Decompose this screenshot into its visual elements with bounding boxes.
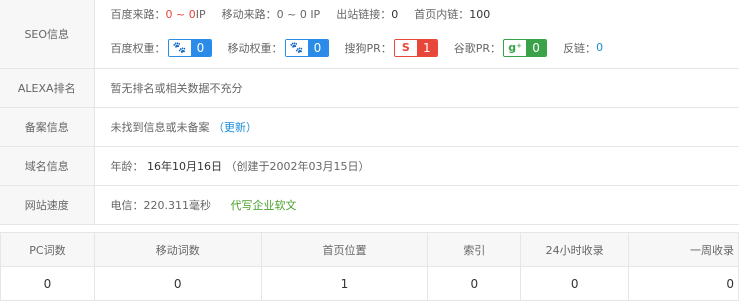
backlinks-value[interactable]: 0 [596, 41, 603, 54]
seo-weights-line: 百度权重： 🐾 0 移动权重： 🐾 0 搜狗PR： S [111, 39, 739, 57]
sogou-pr-value: 1 [417, 40, 437, 56]
mobile-weight: 移动权重： 🐾 0 [228, 39, 329, 57]
domain-label: 域名信息 [0, 146, 94, 185]
mobile-weight-value: 0 [308, 40, 328, 56]
seo-traffic-line: 百度来路： 0 ~ 0 IP 移动来路： 0 ~ 0 IP 出站链接： 0 首页… [111, 6, 739, 22]
alexa-row: ALEXA排名 暂无排名或相关数据不充分 [0, 68, 739, 107]
domain-created: （创建于2002年03月15日） [226, 160, 370, 173]
mobile-weight-badge[interactable]: 🐾 0 [285, 39, 329, 57]
baidu-weight: 百度权重： 🐾 0 [111, 39, 212, 57]
baidu-paw-icon: 🐾 [169, 40, 191, 56]
google-plus-icon: g⁺ [504, 40, 526, 56]
sogou-icon: S [395, 40, 417, 56]
mobile-paw-icon: 🐾 [286, 40, 308, 56]
stats-value: 0 [1, 267, 95, 301]
stats-header: 首页位置 [261, 233, 428, 267]
keyword-stats-table: PC词数 移动词数 首页位置 索引 24小时收录 一周收录 0 0 1 0 0 … [0, 232, 739, 301]
outbound-links-value: 0 [391, 8, 398, 21]
icp-update-link[interactable]: （更新） [213, 121, 257, 134]
alexa-value: 暂无排名或相关数据不充分 [94, 68, 739, 107]
alexa-label: ALEXA排名 [0, 68, 94, 107]
speed-ad-link[interactable]: 代写企业软文 [231, 199, 297, 212]
site-info-table: SEO信息 百度来路： 0 ~ 0 IP 移动来路： 0 ~ 0 IP 出站链接… [0, 0, 739, 225]
seo-row-traffic: SEO信息 百度来路： 0 ~ 0 IP 移动来路： 0 ~ 0 IP 出站链接… [0, 0, 739, 28]
domain-row: 域名信息 年龄： 16年10月16日 （创建于2002年03月15日） [0, 146, 739, 185]
baidu-traffic-value: 0 ~ 0 [166, 8, 196, 21]
google-pr-value: 0 [526, 40, 546, 56]
stats-value-row: 0 0 1 0 0 0 [1, 267, 739, 301]
stats-header-row: PC词数 移动词数 首页位置 索引 24小时收录 一周收录 [1, 233, 739, 267]
stats-header: 一周收录 [629, 233, 739, 267]
sogou-pr-badge[interactable]: S 1 [394, 39, 438, 57]
stats-header: 索引 [428, 233, 521, 267]
icp-label: 备案信息 [0, 107, 94, 146]
inbound-links: 首页内链： 100 [414, 6, 490, 22]
seo-label: SEO信息 [0, 0, 94, 68]
baidu-traffic: 百度来路： 0 ~ 0 IP [111, 6, 206, 22]
icp-value: 未找到信息或未备案 [111, 121, 210, 134]
domain-age-value: 16年10月16日 [147, 160, 222, 173]
mobile-traffic: 移动来路： 0 ~ 0 IP [222, 6, 321, 22]
speed-label: 网站速度 [0, 185, 94, 224]
stats-value: 0 [521, 267, 629, 301]
outbound-links: 出站链接： 0 [336, 6, 398, 22]
baidu-weight-badge[interactable]: 🐾 0 [168, 39, 212, 57]
stats-value: 0 [94, 267, 261, 301]
backlinks: 反链： 0 [563, 40, 603, 56]
google-pr-badge[interactable]: g⁺ 0 [503, 39, 547, 57]
baidu-weight-value: 0 [191, 40, 211, 56]
stats-header: 24小时收录 [521, 233, 629, 267]
stats-value: 0 [428, 267, 521, 301]
sogou-pr: 搜狗PR： S 1 [345, 39, 438, 57]
icp-row: 备案信息 未找到信息或未备案 （更新） [0, 107, 739, 146]
inbound-links-value: 100 [469, 8, 490, 21]
stats-header: 移动词数 [94, 233, 261, 267]
speed-value: 电信：220.311毫秒 [111, 199, 212, 212]
speed-row: 网站速度 电信：220.311毫秒 代写企业软文 [0, 185, 739, 224]
stats-value: 0 [629, 267, 739, 301]
stats-value: 1 [261, 267, 428, 301]
mobile-traffic-value: 0 ~ 0 IP [277, 8, 321, 21]
seo-row-weights: 百度权重： 🐾 0 移动权重： 🐾 0 搜狗PR： S [0, 28, 739, 68]
stats-header: PC词数 [1, 233, 95, 267]
google-pr: 谷歌PR： g⁺ 0 [454, 39, 547, 57]
